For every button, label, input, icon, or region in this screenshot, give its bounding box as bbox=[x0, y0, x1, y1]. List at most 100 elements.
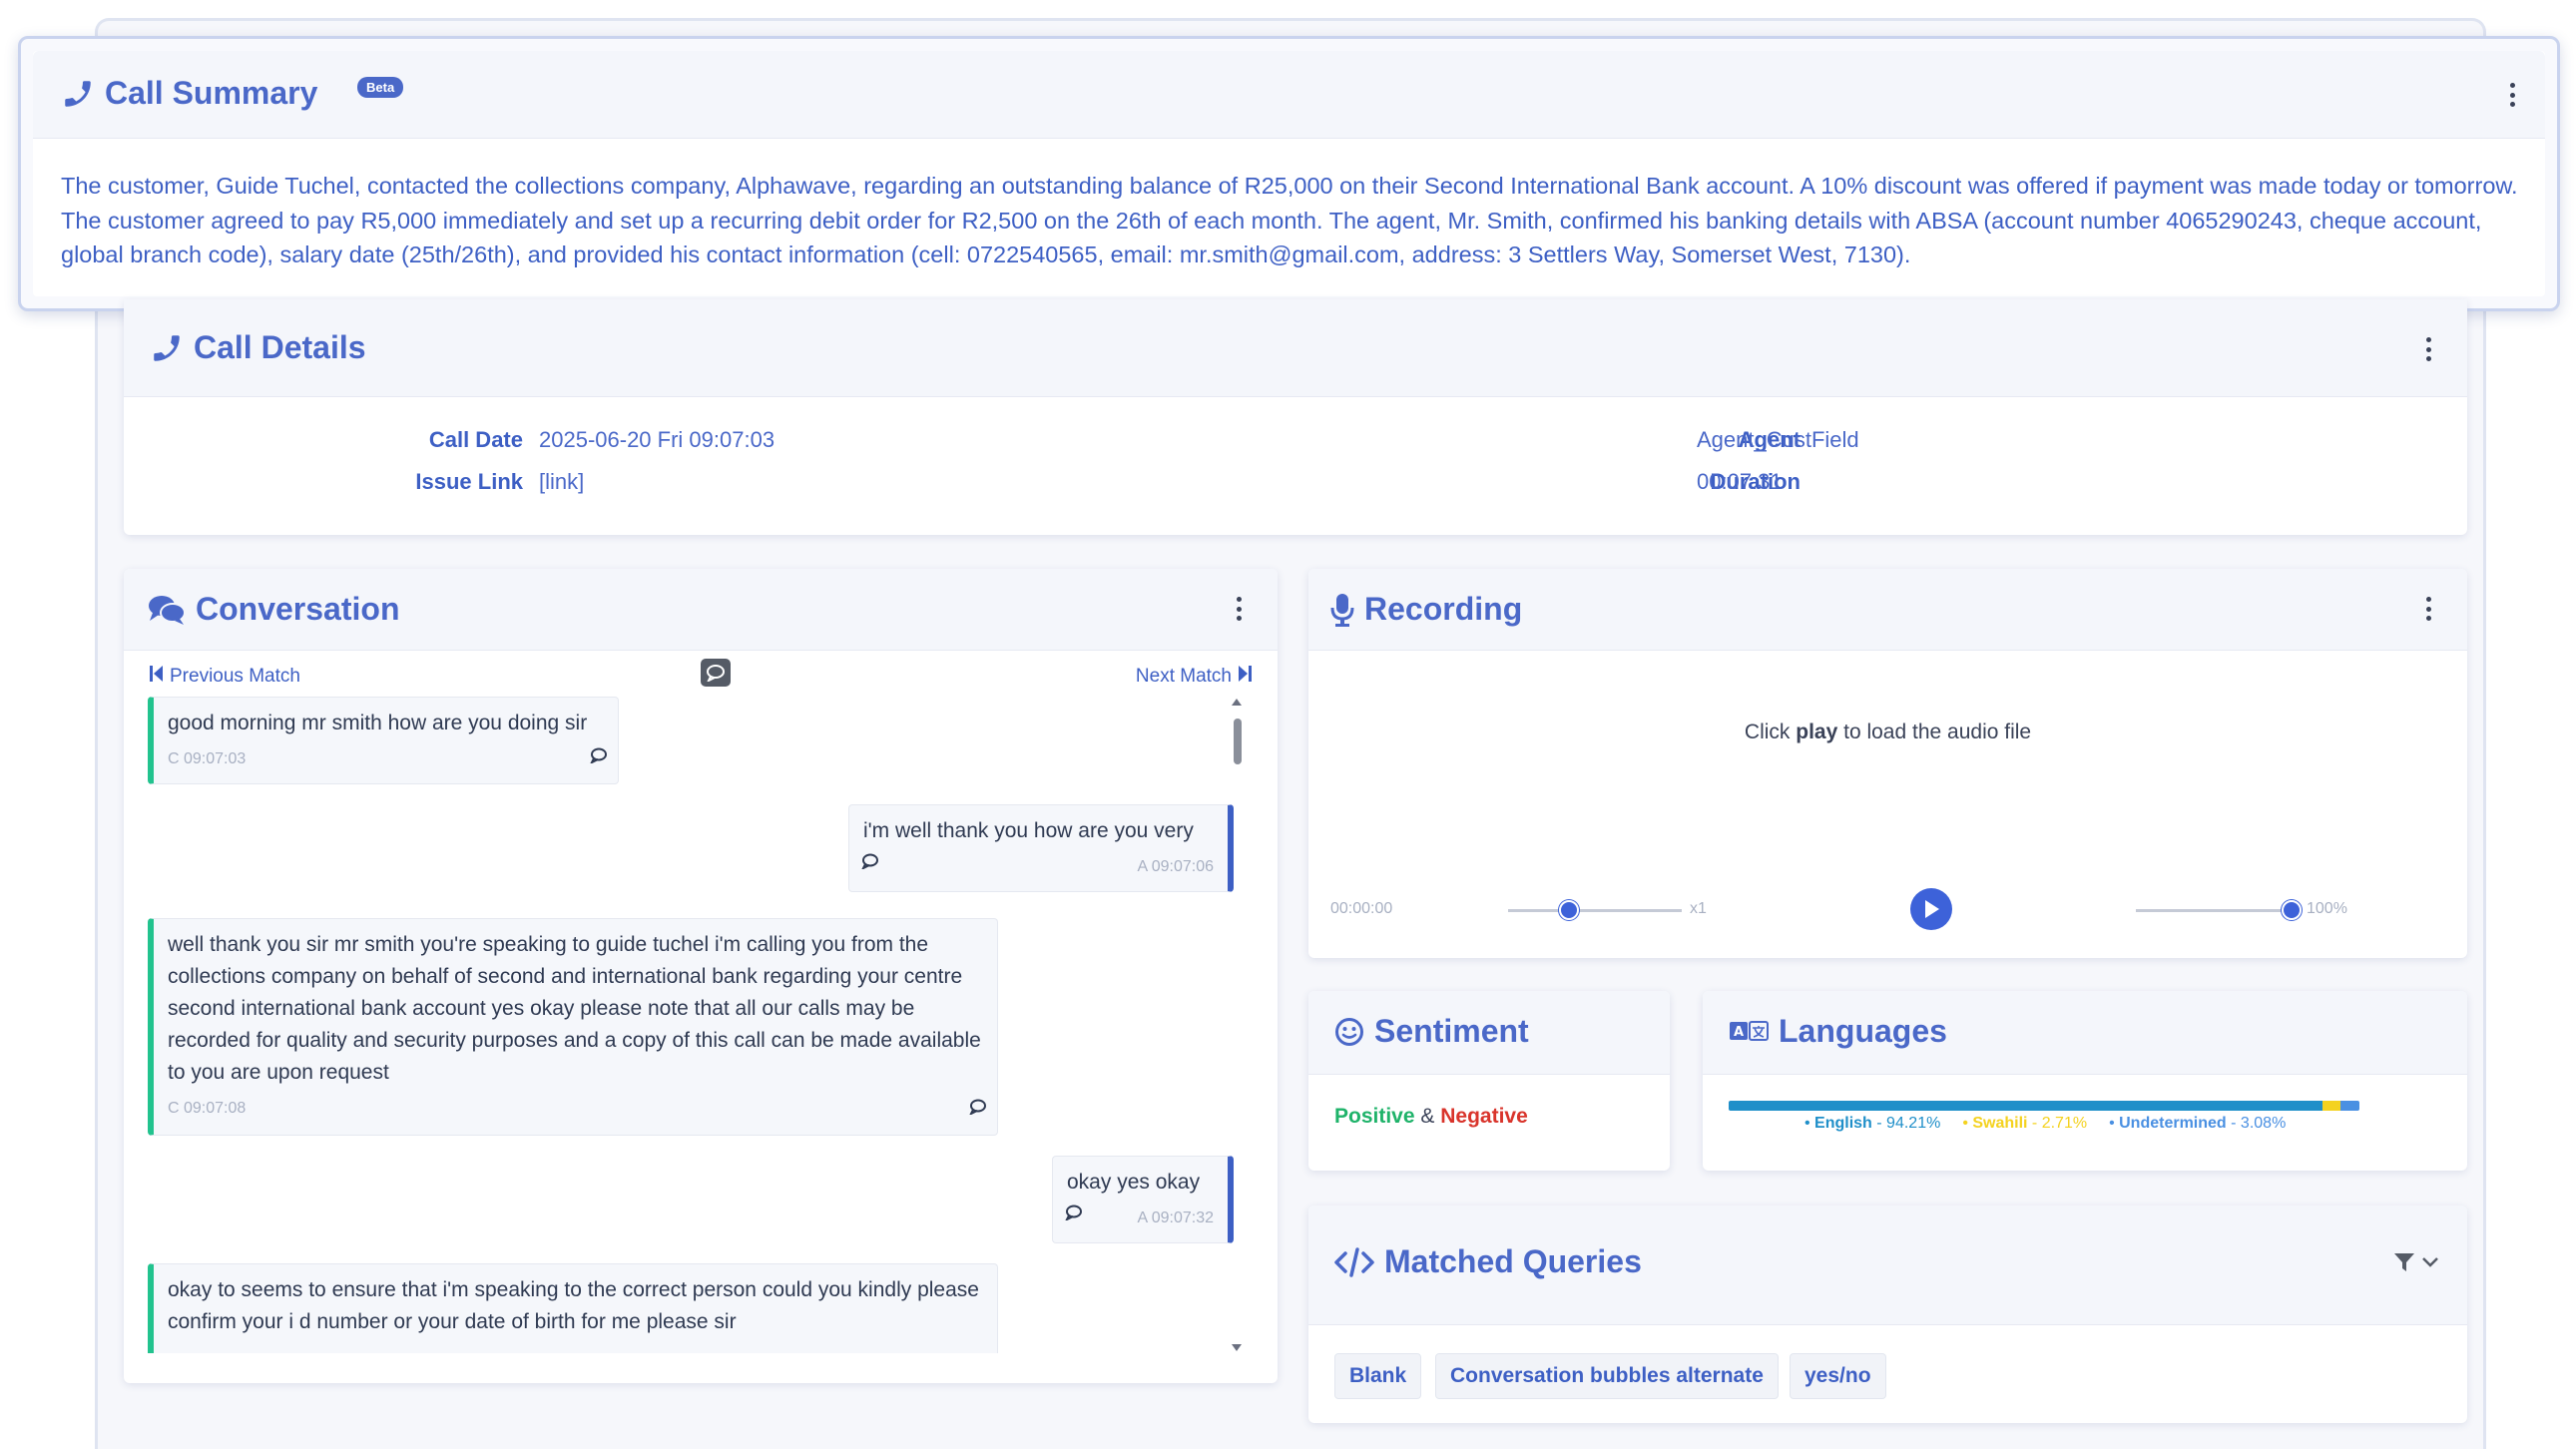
legend-swahili-name: Swahili bbox=[1972, 1115, 2028, 1132]
sentiment-title: Sentiment bbox=[1334, 1013, 1529, 1050]
sentiment-value: Positive & Negative bbox=[1334, 1105, 1528, 1129]
language-legend: • English - 94.21% • Swahili - 2.71% • U… bbox=[1804, 1115, 2286, 1133]
recording-note: Click play to load the audio file bbox=[1308, 721, 2467, 744]
message-time: A 09:07:32 bbox=[1137, 1209, 1214, 1226]
language-icon: A bbox=[1729, 1019, 1769, 1045]
current-time: 00:00:00 bbox=[1330, 900, 1393, 917]
call-details-title: Call Details bbox=[150, 329, 366, 366]
speed-label: x1 bbox=[1690, 900, 1707, 917]
conversation-title: Conversation bbox=[148, 591, 399, 628]
previous-match-label: Previous Match bbox=[170, 666, 300, 687]
volume-slider[interactable] bbox=[2136, 909, 2300, 912]
call-details-card: Call Details Call Date 2025-06-20 Fri 09… bbox=[124, 299, 2467, 535]
step-forward-icon bbox=[1238, 665, 1252, 689]
message-time: C 09:07:03 bbox=[168, 750, 247, 767]
play-button[interactable] bbox=[1910, 888, 1952, 930]
legend-english-pct: 94.21% bbox=[1886, 1115, 1941, 1132]
comments-icon bbox=[148, 594, 186, 626]
scroll-thumb[interactable] bbox=[1234, 719, 1242, 764]
message-customer[interactable]: good morning mr smith how are you doing … bbox=[148, 697, 619, 784]
issue-link[interactable]: [link] bbox=[539, 469, 584, 495]
sentiment-negative: Negative bbox=[1440, 1105, 1528, 1128]
message-agent[interactable]: i'm well thank you how are you very A 09… bbox=[848, 804, 1234, 892]
message-text: okay to seems to ensure that i'm speakin… bbox=[168, 1278, 979, 1333]
legend-undetermined: • Undetermined - 3.08% bbox=[2109, 1115, 2287, 1132]
code-icon bbox=[1334, 1246, 1374, 1277]
chevron-down-icon bbox=[2422, 1257, 2438, 1267]
legend-sep: - bbox=[2226, 1115, 2241, 1132]
step-backward-icon bbox=[150, 665, 164, 689]
smile-icon bbox=[1334, 1017, 1364, 1047]
matched-queries-title-text: Matched Queries bbox=[1384, 1243, 1642, 1279]
message-list[interactable]: good morning mr smith how are you doing … bbox=[148, 697, 1238, 1353]
query-tag[interactable]: yes/no bbox=[1790, 1353, 1886, 1399]
languages-title: A Languages bbox=[1729, 1013, 1947, 1050]
phone-icon bbox=[61, 77, 95, 111]
volume-label: 100% bbox=[2307, 900, 2347, 917]
sentiment-card: Sentiment Positive & Negative bbox=[1308, 991, 1670, 1171]
note-prefix: Click bbox=[1744, 721, 1797, 743]
sentiment-positive: Positive bbox=[1334, 1105, 1415, 1128]
recording-card: Recording Click play to load the audio f… bbox=[1308, 569, 2467, 958]
message-text: good morning mr smith how are you doing … bbox=[168, 712, 588, 734]
legend-swahili-pct: 2.71% bbox=[2041, 1115, 2088, 1132]
comment-icon[interactable] bbox=[968, 1093, 987, 1125]
conversation-card: Conversation Previous Match Next Match g… bbox=[124, 569, 1278, 1383]
message-agent[interactable]: okay yes okay A 09:07:32 bbox=[1052, 1156, 1234, 1243]
speed-slider-knob[interactable] bbox=[1558, 900, 1579, 920]
sentiment-header: Sentiment bbox=[1308, 991, 1670, 1075]
matched-queries-card: Matched Queries Blank Conversation bubbl… bbox=[1308, 1206, 2467, 1423]
conversation-title-text: Conversation bbox=[196, 591, 400, 627]
message-text: okay yes okay bbox=[1067, 1171, 1201, 1194]
conversation-menu-icon[interactable] bbox=[1236, 597, 1242, 621]
speed-slider[interactable] bbox=[1508, 909, 1682, 912]
legend-english: • English - 94.21% bbox=[1804, 1115, 1941, 1132]
call-summary-title-text: Call Summary bbox=[105, 75, 318, 111]
call-date-label: Call Date bbox=[428, 427, 523, 452]
conversation-scrollbar[interactable] bbox=[1230, 697, 1244, 1353]
comment-icon[interactable] bbox=[1064, 1199, 1083, 1230]
sentiment-amp: & bbox=[1414, 1105, 1441, 1128]
sentiment-title-text: Sentiment bbox=[1374, 1013, 1529, 1049]
language-bar bbox=[1729, 1101, 2359, 1111]
volume-slider-knob[interactable] bbox=[2281, 900, 2302, 920]
legend-sep: - bbox=[1871, 1115, 1887, 1132]
previous-match-button[interactable]: Previous Match bbox=[150, 665, 300, 689]
call-summary-panel: Call Summary Beta The customer, Guide Tu… bbox=[18, 36, 2560, 311]
legend-english-name: English bbox=[1814, 1115, 1872, 1132]
summary-menu-icon[interactable] bbox=[2509, 83, 2515, 107]
call-summary-card: Call Summary Beta The customer, Guide Tu… bbox=[33, 51, 2545, 296]
filter-dropdown[interactable] bbox=[2393, 1251, 2439, 1273]
call-details-title-text: Call Details bbox=[194, 329, 366, 365]
query-tag[interactable]: Conversation bubbles alternate bbox=[1435, 1353, 1779, 1399]
call-details-header: Call Details bbox=[124, 299, 2467, 397]
recording-menu-icon[interactable] bbox=[2425, 597, 2431, 621]
message-time: C 09:07:08 bbox=[168, 1100, 247, 1117]
language-bar-swahili bbox=[2322, 1101, 2340, 1111]
languages-header: A Languages bbox=[1703, 991, 2467, 1075]
comment-icon[interactable] bbox=[589, 741, 608, 773]
comment-icon[interactable] bbox=[860, 847, 879, 879]
comment-toggle-icon[interactable] bbox=[701, 659, 731, 687]
note-suffix: to load the audio file bbox=[1837, 721, 2032, 743]
query-tag[interactable]: Blank bbox=[1334, 1353, 1422, 1399]
call-date-value: 2025-06-20 Fri 09:07:03 bbox=[539, 427, 775, 452]
play-icon bbox=[1925, 900, 1939, 918]
agent-value: Agent_CustField bbox=[1697, 427, 1859, 452]
message-text: i'm well thank you how are you very bbox=[863, 819, 1194, 842]
recording-title-text: Recording bbox=[1364, 591, 1523, 627]
details-menu-icon[interactable] bbox=[2425, 337, 2431, 361]
call-summary-header: Call Summary Beta bbox=[33, 51, 2545, 139]
message-customer[interactable]: well thank you sir mr smith you're speak… bbox=[148, 918, 998, 1136]
legend-undetermined-pct: 3.08% bbox=[2240, 1115, 2287, 1132]
issue-link-label: Issue Link bbox=[415, 469, 523, 494]
message-text: well thank you sir mr smith you're speak… bbox=[168, 933, 981, 1084]
note-play: play bbox=[1796, 721, 1838, 743]
beta-badge: Beta bbox=[357, 77, 404, 98]
svg-text:A: A bbox=[1734, 1025, 1744, 1040]
message-time: A 09:07:06 bbox=[1137, 858, 1214, 875]
message-customer[interactable]: okay to seems to ensure that i'm speakin… bbox=[148, 1263, 998, 1353]
next-match-button[interactable]: Next Match bbox=[1136, 665, 1252, 689]
filter-icon bbox=[2394, 1253, 2414, 1271]
languages-card: A Languages • English - 94.21% • Swahili… bbox=[1703, 991, 2467, 1171]
